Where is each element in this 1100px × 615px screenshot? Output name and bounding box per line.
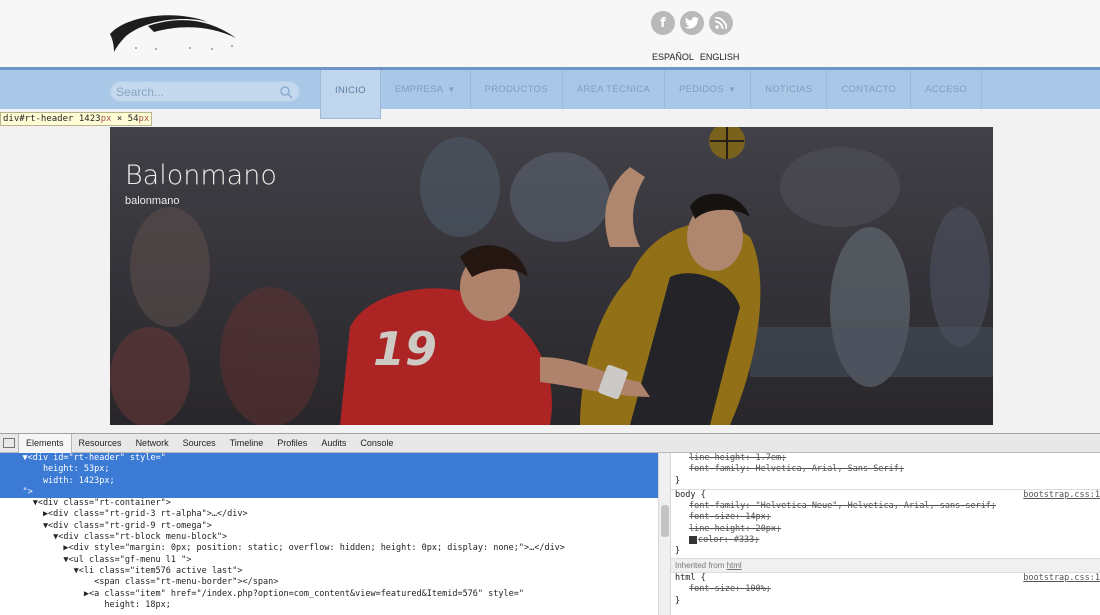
dock-toggle-icon[interactable]: [3, 438, 15, 448]
inherited-label: Inherited from: [675, 560, 725, 570]
tab-timeline[interactable]: Timeline: [223, 434, 271, 453]
menu-item-productos[interactable]: PRODUCTOS: [471, 70, 563, 109]
brand-logo[interactable]: [108, 8, 238, 52]
dom-tree-line[interactable]: <span class="rt-menu-border"></span>: [0, 577, 658, 588]
elements-tree: ▼<div id="rt-header" style=" height: 53p…: [0, 453, 658, 615]
rss-icon[interactable]: [709, 11, 733, 35]
inspector-size-tooltip: div#rt-header 1423px × 54px: [0, 112, 153, 126]
menu-item-empresa[interactable]: EMPRESA ▼: [381, 70, 471, 109]
chevron-down-icon: ▼: [447, 85, 456, 94]
menu-item-label: NOTICIAS: [765, 84, 813, 95]
style-property[interactable]: line-height: 20px;: [671, 524, 1100, 535]
tooltip-width: 1423: [78, 114, 101, 124]
hero-title: Balonmano: [125, 160, 277, 191]
menu-item-label: PRODUCTOS: [484, 84, 548, 95]
dom-tree-line[interactable]: ▼<div class="rt-block menu-block">: [0, 532, 658, 543]
menu-item-area-tecnica[interactable]: ÁREA TÉCNICA: [563, 70, 665, 109]
tab-network[interactable]: Network: [129, 434, 176, 453]
inherited-from-header: Inherited from html: [671, 557, 1100, 573]
menu-item-contacto[interactable]: CONTACTO: [827, 70, 912, 109]
tooltip-unit: px: [100, 114, 112, 124]
menu-item-label: ÁREA TÉCNICA: [576, 84, 650, 95]
menu-item-label: INICIO: [335, 85, 366, 96]
language-link-es[interactable]: ESPAÑOL: [652, 52, 694, 62]
dom-tree-line[interactable]: height: 18px;: [0, 600, 658, 611]
style-property-text: color: #333;: [698, 535, 760, 546]
styles-pane: line-height: 1.7em; font-family: Helveti…: [671, 453, 1100, 615]
rule-close-brace: }: [675, 546, 681, 557]
menu-item-label: ACCESO: [925, 84, 968, 95]
style-property[interactable]: font-family: Helvetica, Arial, Sans-Seri…: [671, 464, 1100, 475]
menu-item-pedidos[interactable]: PEDIDOS ▼: [665, 70, 752, 109]
dom-tree-line[interactable]: ▶<a class="item" href="/index.php?option…: [0, 589, 658, 600]
search-input[interactable]: [111, 82, 299, 101]
style-property[interactable]: font-size: 14px;: [671, 512, 1100, 523]
inherited-tag-link[interactable]: html: [727, 561, 742, 570]
color-swatch[interactable]: [689, 535, 697, 544]
menu-item-inicio[interactable]: INICIO: [320, 70, 381, 119]
tab-resources[interactable]: Resources: [72, 434, 129, 453]
dom-tree-line[interactable]: ▼<div class="rt-grid-9 rt-omega">: [0, 521, 658, 532]
tooltip-selector: div#rt-header: [3, 114, 74, 124]
search-box: [110, 81, 300, 102]
rule-selector[interactable]: html {: [675, 573, 706, 584]
rule-source-link[interactable]: bootstrap.css:1: [1023, 490, 1100, 501]
hero-subtitle: balonmano: [125, 195, 180, 207]
rule-selector[interactable]: body {: [675, 490, 706, 501]
style-property[interactable]: font-size: 100%;: [671, 584, 1100, 595]
dom-tree-line[interactable]: ▶<div style="margin: 0px; position: stat…: [0, 543, 658, 554]
tab-profiles[interactable]: Profiles: [270, 434, 314, 453]
dom-tree-line[interactable]: ▶<div class="rt-grid-3 rt-alpha">…</div>: [0, 509, 658, 520]
tooltip-times: ×: [116, 114, 123, 124]
language-link-en[interactable]: ENGLISH: [700, 52, 740, 62]
language-switcher: ESPAÑOL ENGLISH: [652, 52, 739, 62]
menu-item-label: PEDIDOS: [678, 84, 724, 95]
dom-tree-line[interactable]: ">: [0, 486, 658, 499]
dom-tree-line[interactable]: width: 1423px;: [0, 475, 658, 487]
menu-item-label: CONTACTO: [841, 84, 897, 95]
tooltip-unit: px: [138, 114, 150, 124]
menu-item-label: EMPRESA: [394, 84, 444, 95]
rule-close-brace: }: [675, 595, 681, 606]
search-icon[interactable]: [279, 85, 293, 99]
twitter-icon[interactable]: [680, 11, 704, 35]
main-navbar: INICIO EMPRESA▼ PRODUCTOS ÁREA TÉCNICA P…: [0, 67, 1100, 119]
social-links: f: [651, 11, 733, 35]
elements-scrollbar[interactable]: [658, 453, 671, 615]
dom-tree-line[interactable]: ▼<li class="item576 active last">: [0, 566, 658, 577]
rule-header-body: body { bootstrap.css:1: [671, 490, 1100, 501]
style-property[interactable]: color: #333;: [671, 535, 1100, 546]
tooltip-height: 54: [127, 114, 139, 124]
dom-tree-line[interactable]: ▼<div id="rt-header" style=": [0, 453, 658, 465]
tab-sources[interactable]: Sources: [176, 434, 223, 453]
hero-banner: 19 Balonmano balonmano: [110, 127, 993, 425]
style-property[interactable]: font-family: "Helvetica Neue", Helvetica…: [671, 501, 1100, 512]
rss-feed-glyph: [715, 17, 727, 29]
chevron-down-icon: ▼: [727, 85, 737, 94]
facebook-icon[interactable]: f: [651, 11, 675, 35]
dom-tree-line[interactable]: ▼<div class="rt-container">: [0, 498, 658, 509]
rule-close-brace: }: [675, 475, 681, 486]
twitter-bird-glyph: [685, 17, 699, 29]
menu-item-acceso[interactable]: ACCESO: [911, 70, 983, 109]
devtools-tab-bar: Elements Resources Network Sources Timel…: [0, 433, 1100, 453]
site-top-bar: f ESPAÑOL ENGLISH: [0, 0, 1100, 67]
menu-item-noticias[interactable]: NOTICIAS: [751, 70, 828, 109]
style-property[interactable]: line-height: 1.7em;: [671, 453, 1100, 464]
tab-elements[interactable]: Elements: [18, 433, 72, 453]
page: f ESPAÑOL ENGLISH INICIO EMPRESA▼ PRODUC…: [0, 0, 1100, 615]
rule-source-link[interactable]: bootstrap.css:1: [1023, 573, 1100, 584]
dom-tree-line[interactable]: height: 53px;: [0, 464, 658, 476]
tab-audits[interactable]: Audits: [314, 434, 353, 453]
tab-console[interactable]: Console: [353, 434, 400, 453]
rule-header-html: html { bootstrap.css:1: [671, 573, 1100, 584]
main-menu: INICIO EMPRESA ▼ PRODUCTOS ÁREA TÉCNICA P…: [320, 70, 983, 119]
dom-tree-line[interactable]: ▼<ul class="gf-menu l1 ">: [0, 555, 658, 566]
scrollbar-thumb[interactable]: [661, 505, 669, 537]
devtools-panel: Elements Resources Network Sources Timel…: [0, 433, 1100, 615]
devtools-body: ▼<div id="rt-header" style=" height: 53p…: [0, 453, 1100, 615]
